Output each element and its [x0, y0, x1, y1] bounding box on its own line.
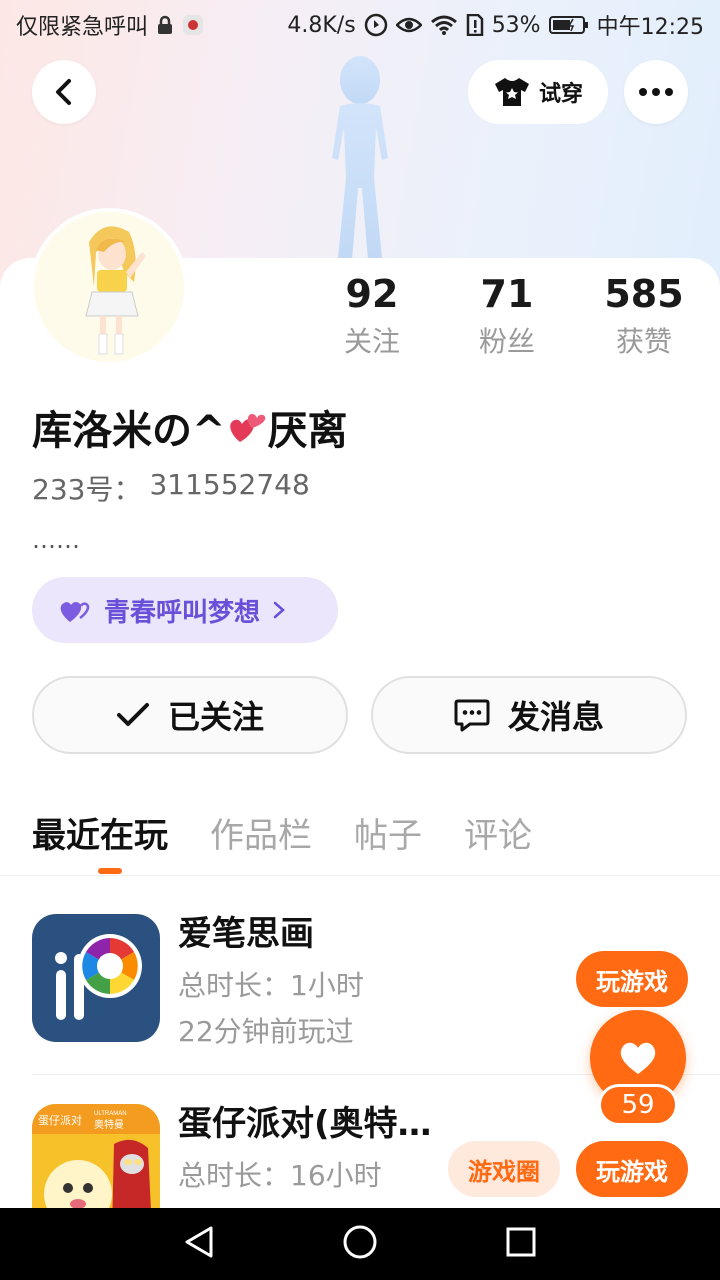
tag-label: 青春呼叫梦想 — [104, 597, 261, 628]
like-count-badge: 59 — [598, 1084, 678, 1126]
eggy-icon-badge-right-top: ULTRAMAN — [94, 1111, 127, 1117]
profile-tabs: 最近在玩 作品栏 帖子 评论 — [32, 808, 574, 868]
user-id-line: 233号： 311552748 — [32, 468, 310, 508]
username-suffix: 厌离 — [267, 408, 348, 454]
user-id-label: 233号： — [32, 473, 142, 506]
game-circle-button[interactable]: 游戏圈 — [448, 1141, 560, 1197]
user-bio: …… — [32, 526, 80, 554]
following-label: 关注 — [343, 325, 400, 358]
tshirt-icon — [494, 78, 529, 106]
battery-icon — [548, 15, 589, 35]
youth-dream-tag[interactable]: 青春呼叫梦想 — [32, 577, 338, 643]
try-on-label: 试穿 — [538, 82, 583, 107]
avatar-3d-figure — [332, 56, 388, 260]
play-game-button[interactable]: 玩游戏 — [576, 951, 688, 1007]
ibispaint-app-icon — [32, 914, 160, 1042]
more-dots-icon — [639, 88, 673, 96]
more-options-button[interactable] — [624, 60, 688, 124]
send-message-label: 发消息 — [507, 698, 604, 736]
anime-girl-avatar-image — [34, 212, 184, 362]
likes-label: 获赞 — [615, 325, 672, 358]
game-title: 蛋仔派对(奥特… — [178, 1104, 432, 1144]
play-game-button[interactable]: 玩游戏 — [576, 1141, 688, 1197]
lock-icon — [156, 15, 174, 35]
username-prefix: 库洛米の^ — [32, 408, 226, 454]
following-button[interactable]: 已关注 — [32, 676, 348, 754]
back-button[interactable] — [32, 60, 96, 124]
system-navigation-bar — [0, 1208, 720, 1280]
checkmark-icon — [116, 703, 149, 726]
user-id-value: 311552748 — [149, 468, 310, 501]
profile-stats: 92 关注 71 粉丝 585 获赞 — [300, 268, 720, 368]
wifi-icon — [430, 14, 458, 36]
triangle-back-icon — [185, 1226, 213, 1258]
tab-posts[interactable]: 帖子 — [354, 808, 422, 868]
user-avatar[interactable] — [30, 208, 188, 366]
followers-count: 71 — [480, 272, 534, 316]
tab-works[interactable]: 作品栏 — [210, 808, 312, 868]
carrier-text: 仅限紧急呼叫 — [16, 15, 149, 40]
square-recents-icon — [506, 1227, 536, 1257]
game-list-item[interactable]: 爱笔思画 总时长：1小时 22分钟前玩过 玩游戏 — [32, 914, 688, 1064]
status-bar: 仅限紧急呼叫 4.8K/s 53% 中午12:25 — [0, 0, 720, 50]
circle-home-icon — [343, 1225, 377, 1259]
username: 库洛米の^ 厌离 — [32, 398, 348, 456]
nav-home-button[interactable] — [342, 1224, 378, 1264]
app-notification-icon — [182, 14, 204, 36]
nav-back-button[interactable] — [183, 1225, 215, 1263]
game-last-played: 22分钟前玩过 — [178, 1015, 354, 1048]
eye-icon — [395, 15, 422, 35]
eggy-icon-badge-right: 奥特曼 — [94, 1118, 124, 1131]
followers-stat[interactable]: 71 粉丝 — [437, 268, 577, 364]
active-tab-indicator — [98, 868, 122, 874]
chat-bubble-icon — [454, 699, 490, 732]
nav-recents-button[interactable] — [505, 1226, 537, 1262]
two-hearts-icon — [229, 414, 265, 442]
sim-alert-icon — [466, 14, 484, 36]
purple-heart-icon — [60, 601, 90, 622]
tabs-divider — [0, 875, 720, 876]
data-saver-icon — [364, 13, 388, 37]
tab-recently-played[interactable]: 最近在玩 — [32, 808, 168, 868]
tab-comments[interactable]: 评论 — [464, 808, 532, 868]
followers-label: 粉丝 — [478, 325, 535, 358]
following-stat[interactable]: 92 关注 — [302, 268, 442, 364]
network-speed: 4.8K/s — [287, 12, 356, 38]
send-message-button[interactable]: 发消息 — [371, 676, 687, 754]
eggy-icon-badge-left: 蛋仔派对 — [38, 1113, 82, 1127]
chevron-left-icon — [56, 79, 71, 105]
game-duration: 总时长：1小时 — [178, 969, 364, 1002]
heart-icon — [620, 1042, 656, 1074]
clock-time: 中午12:25 — [596, 15, 704, 40]
likes-count: 585 — [604, 272, 684, 316]
following-button-label: 已关注 — [167, 698, 264, 736]
chevron-right-icon — [273, 601, 285, 619]
following-count: 92 — [345, 272, 399, 316]
try-on-button[interactable]: 试穿 — [468, 60, 608, 124]
game-duration: 总时长：16小时 — [178, 1159, 382, 1192]
game-title: 爱笔思画 — [178, 914, 314, 954]
battery-percent: 53% — [491, 12, 541, 38]
likes-stat[interactable]: 585 获赞 — [574, 268, 714, 364]
